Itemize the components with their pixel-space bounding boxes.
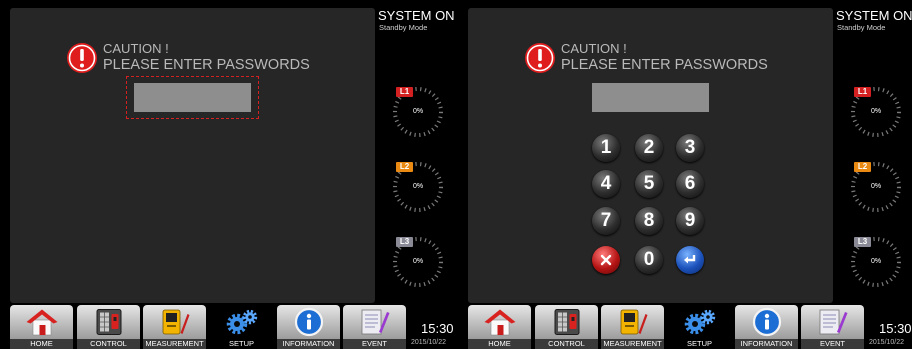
- keypad-key-9[interactable]: 9: [676, 207, 704, 235]
- keypad-key-2[interactable]: 2: [635, 134, 663, 162]
- nav-setup-button[interactable]: SETUP: [668, 305, 731, 349]
- system-mode: Standby Mode: [379, 23, 428, 32]
- gauge-value-l3: 0%: [412, 258, 424, 265]
- gauge-tag-l1: L1: [854, 87, 871, 97]
- gauge-l1: L1 0%: [850, 86, 902, 138]
- nav-measurement-button[interactable]: MEASUREMENT: [601, 305, 664, 349]
- caution-icon: [525, 43, 555, 73]
- caution-title: CAUTION !: [103, 41, 169, 56]
- nav-setup-label: SETUP: [210, 339, 273, 349]
- nav-event-button[interactable]: EVENT: [801, 305, 864, 349]
- setup-icon: [684, 309, 715, 335]
- clock-time: 15:30: [879, 321, 912, 336]
- home-icon: [26, 309, 57, 336]
- keypad-key-5[interactable]: 5: [635, 170, 663, 198]
- gauge-l3: L3 0%: [392, 236, 444, 288]
- nav-control-face: [77, 305, 140, 339]
- caution-icon: [67, 43, 97, 73]
- main-content-area: [10, 8, 375, 303]
- keypad-enter-button[interactable]: [676, 246, 704, 274]
- gauge-tag-l2: L2: [854, 162, 871, 172]
- nav-information-button[interactable]: INFORMATION: [735, 305, 798, 349]
- nav-home-face: [10, 305, 73, 339]
- keypad-key-7[interactable]: 7: [592, 207, 620, 235]
- nav-setup-label: SETUP: [668, 339, 731, 349]
- nav-home-face: [468, 305, 531, 339]
- gauge-tag-l2: L2: [396, 162, 413, 172]
- information-icon: [752, 307, 781, 337]
- caution-title: CAUTION !: [561, 41, 627, 56]
- gauge-tag-l3: L3: [396, 237, 413, 247]
- keypad-key-6[interactable]: 6: [676, 170, 704, 198]
- gauge-l2: L2 0%: [392, 161, 444, 213]
- nav-information-label: INFORMATION: [735, 339, 798, 349]
- nav-home-label: HOME: [10, 339, 73, 349]
- gauge-value-l2: 0%: [412, 183, 424, 190]
- gauge-tag-l3: L3: [854, 237, 871, 247]
- nav-setup-face: [668, 305, 731, 339]
- caution-message: PLEASE ENTER PASSWORDS: [103, 57, 310, 73]
- gauge-value-l3: 0%: [870, 258, 882, 265]
- gauge-l2: L2 0%: [850, 161, 902, 213]
- information-icon: [294, 307, 323, 337]
- setup-icon: [226, 309, 257, 335]
- nav-measurement-label: MEASUREMENT: [601, 339, 664, 349]
- home-icon: [484, 309, 515, 336]
- clear-icon: [600, 254, 612, 266]
- nav-information-face: [735, 305, 798, 339]
- enter-icon: [684, 255, 696, 264]
- gauge-l1: L1 0%: [392, 86, 444, 138]
- keypad-key-0[interactable]: 0: [635, 246, 663, 274]
- system-status: SYSTEM ON: [836, 8, 912, 23]
- caution-message: PLEASE ENTER PASSWORDS: [561, 57, 768, 73]
- keypad-key-8[interactable]: 8: [635, 207, 663, 235]
- password-field[interactable]: [592, 83, 709, 112]
- event-icon: [819, 309, 847, 335]
- gauge-value-l1: 0%: [412, 108, 424, 115]
- nav-control-button[interactable]: CONTROL: [77, 305, 140, 349]
- nav-measurement-face: [143, 305, 206, 339]
- nav-home-label: HOME: [468, 339, 531, 349]
- nav-event-label: EVENT: [801, 339, 864, 349]
- keypad-key-3[interactable]: 3: [676, 134, 704, 162]
- nav-measurement-label: MEASUREMENT: [143, 339, 206, 349]
- nav-setup-face: [210, 305, 273, 339]
- nav-control-label: CONTROL: [535, 339, 598, 349]
- nav-setup-button[interactable]: SETUP: [210, 305, 273, 349]
- control-icon: [96, 309, 121, 335]
- clock-date: 2015/10/22: [411, 339, 447, 346]
- nav-information-face: [277, 305, 340, 339]
- event-icon: [361, 309, 389, 335]
- nav-control-label: CONTROL: [77, 339, 140, 349]
- clock-time: 15:30: [421, 321, 454, 336]
- keypad-clear-button[interactable]: [592, 246, 620, 274]
- keypad-key-4[interactable]: 4: [592, 170, 620, 198]
- measurement-icon: [620, 309, 647, 335]
- gauge-value-l2: 0%: [870, 183, 882, 190]
- keypad-key-1[interactable]: 1: [592, 134, 620, 162]
- nav-event-label: EVENT: [343, 339, 406, 349]
- system-mode: Standby Mode: [837, 23, 886, 32]
- nav-measurement-face: [601, 305, 664, 339]
- gauge-tag-l1: L1: [396, 87, 413, 97]
- panel-password-keypad: CAUTION ! PLEASE ENTER PASSWORDS 1 2 3 4…: [458, 0, 912, 349]
- measurement-icon: [162, 309, 189, 335]
- nav-measurement-button[interactable]: MEASUREMENT: [143, 305, 206, 349]
- nav-home-button[interactable]: HOME: [468, 305, 531, 349]
- gauge-value-l1: 0%: [870, 108, 882, 115]
- nav-control-face: [535, 305, 598, 339]
- control-icon: [554, 309, 579, 335]
- panel-password-entry: CAUTION ! PLEASE ENTER PASSWORDS SYSTEM …: [0, 0, 454, 349]
- gauge-l3: L3 0%: [850, 236, 902, 288]
- nav-event-button[interactable]: EVENT: [343, 305, 406, 349]
- password-field[interactable]: [134, 83, 251, 112]
- nav-event-face: [801, 305, 864, 339]
- nav-home-button[interactable]: HOME: [10, 305, 73, 349]
- nav-information-label: INFORMATION: [277, 339, 340, 349]
- nav-control-button[interactable]: CONTROL: [535, 305, 598, 349]
- system-status: SYSTEM ON: [378, 8, 454, 23]
- nav-information-button[interactable]: INFORMATION: [277, 305, 340, 349]
- nav-event-face: [343, 305, 406, 339]
- clock-date: 2015/10/22: [869, 339, 905, 346]
